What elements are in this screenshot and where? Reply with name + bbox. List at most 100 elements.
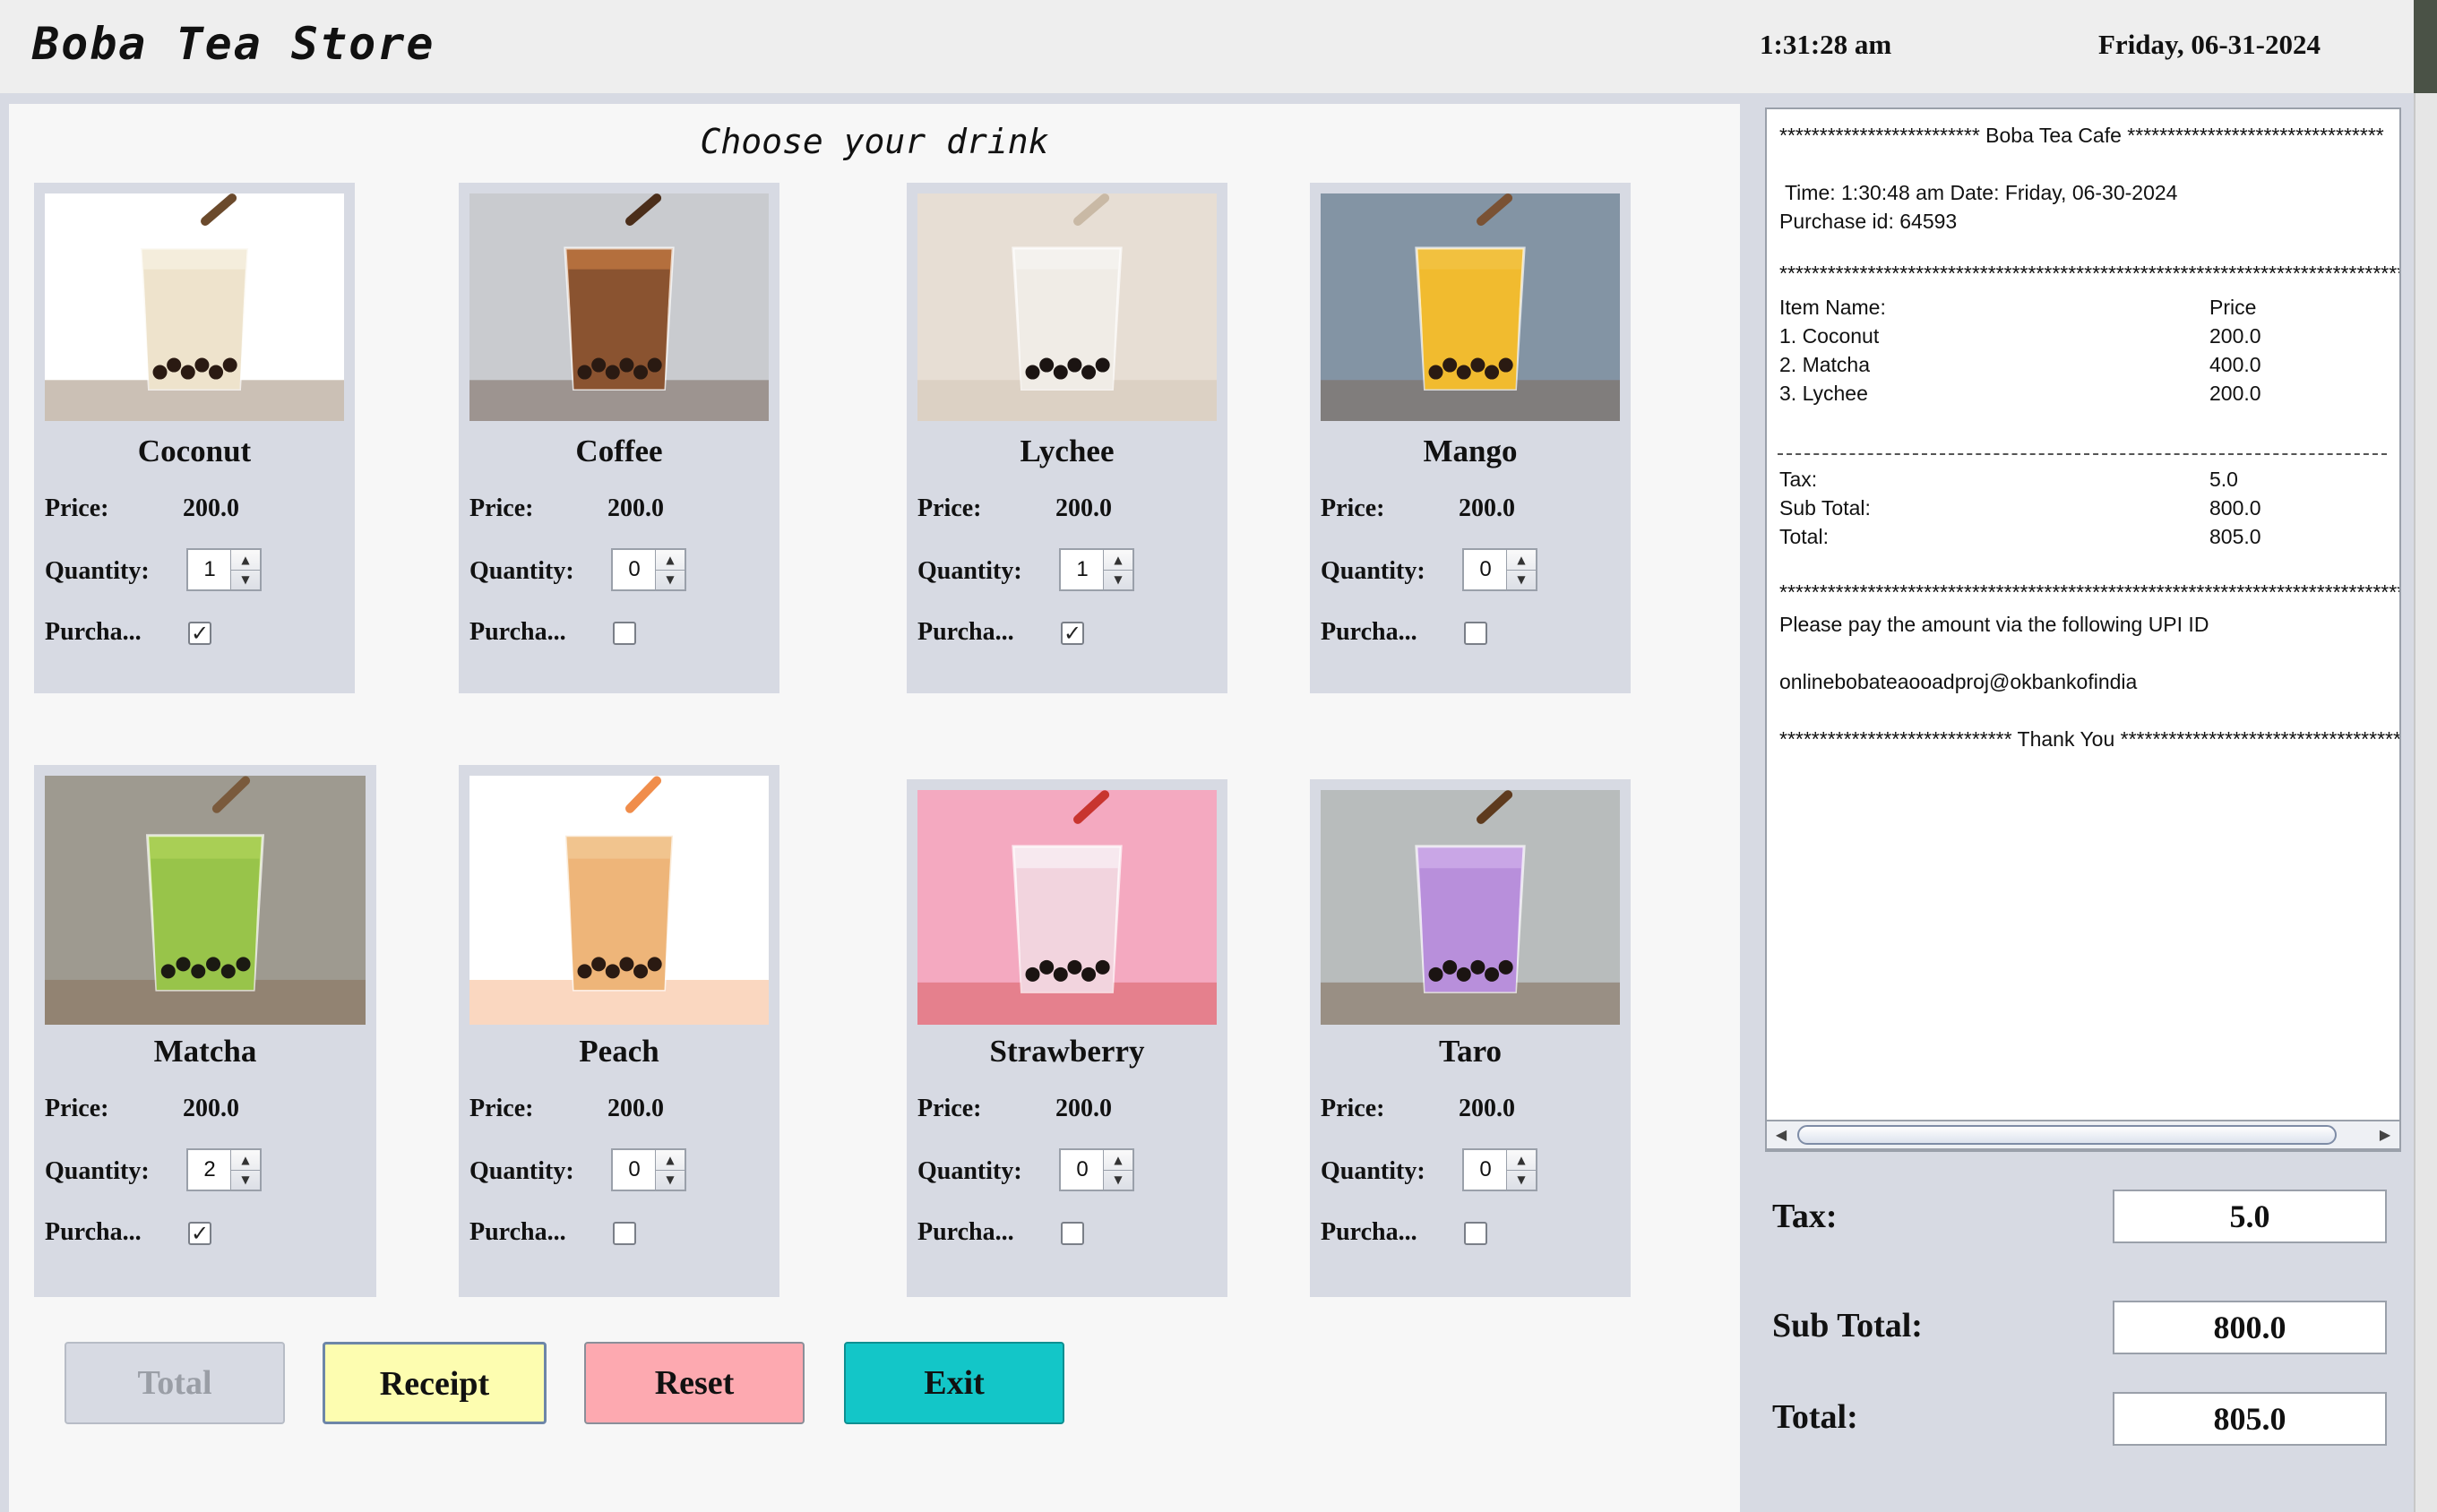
quantity-value[interactable]: 2 — [188, 1150, 231, 1190]
receipt-horizontal-scrollbar[interactable]: ◀ ▶ — [1765, 1120, 2401, 1150]
purchase-checkbox[interactable] — [1061, 1222, 1084, 1245]
app-title: Boba Tea Store — [32, 18, 435, 70]
drink-photo — [917, 193, 1217, 421]
receipt-text-area[interactable]: ************************* Boba Tea Cafe … — [1765, 107, 2401, 1152]
price-label: Price: — [1321, 494, 1385, 522]
receipt-subtotal-value: 800.0 — [2209, 496, 2261, 520]
purchase-checkbox[interactable]: ✓ — [188, 1222, 211, 1245]
receipt-item-header: Item Name: — [1779, 296, 1886, 319]
quantity-stepper[interactable]: 2 ▲ ▼ — [186, 1148, 262, 1191]
window-edge — [2414, 0, 2437, 93]
receipt-thank-you: ***************************** Thank You … — [1779, 727, 2401, 751]
drink-card-strawberry: Strawberry Price: 200.0 Quantity: 0 ▲ ▼ Purcha.… — [907, 779, 1227, 1297]
stepper-arrows[interactable]: ▲ ▼ — [230, 1150, 260, 1190]
drink-photo — [45, 776, 366, 1025]
quantity-stepper[interactable]: 0 ▲ ▼ — [611, 1148, 686, 1191]
scroll-right-icon[interactable]: ▶ — [2374, 1123, 2396, 1147]
increment-arrow-icon[interactable]: ▲ — [1507, 550, 1536, 571]
quantity-stepper[interactable]: 1 ▲ ▼ — [186, 548, 262, 591]
quantity-value[interactable]: 0 — [613, 550, 656, 589]
quantity-value[interactable]: 0 — [1061, 1150, 1104, 1190]
receipt-stars-1: ****************************************… — [1779, 262, 2399, 285]
purchase-label: Purcha... — [469, 618, 566, 646]
price-value: 200.0 — [607, 494, 664, 522]
stepper-arrows[interactable]: ▲ ▼ — [655, 550, 685, 589]
drink-name: Coffee — [575, 434, 663, 468]
increment-arrow-icon[interactable]: ▲ — [1104, 1150, 1132, 1171]
subtotal-label: Sub Total: — [1772, 1307, 1923, 1344]
quantity-stepper[interactable]: 1 ▲ ▼ — [1059, 548, 1134, 591]
total-field[interactable]: 805.0 — [2113, 1392, 2387, 1446]
drink-card-matcha: Matcha Price: 200.0 Quantity: 2 ▲ ▼ Purcha... ✓ — [34, 765, 376, 1297]
quantity-value[interactable]: 0 — [1464, 550, 1507, 589]
decrement-arrow-icon[interactable]: ▼ — [656, 1170, 685, 1190]
decrement-arrow-icon[interactable]: ▼ — [231, 1170, 260, 1190]
receipt-tax-value: 5.0 — [2209, 468, 2238, 491]
total-button[interactable]: Total — [65, 1342, 285, 1424]
increment-arrow-icon[interactable]: ▲ — [1104, 550, 1132, 571]
price-value: 200.0 — [1459, 1095, 1515, 1122]
tax-label: Tax: — [1772, 1198, 1838, 1235]
drink-photo — [917, 790, 1217, 1025]
window-edge-lower — [2414, 93, 2437, 1512]
purchase-label: Purcha... — [45, 618, 142, 646]
scroll-left-icon[interactable]: ◀ — [1770, 1123, 1792, 1147]
stepper-arrows[interactable]: ▲ ▼ — [1506, 1150, 1536, 1190]
purchase-checkbox[interactable] — [1464, 1222, 1487, 1245]
quantity-stepper[interactable]: 0 ▲ ▼ — [1462, 548, 1537, 591]
decrement-arrow-icon[interactable]: ▼ — [1507, 1170, 1536, 1190]
drink-photo — [469, 193, 769, 421]
price-label: Price: — [917, 1095, 982, 1122]
drink-card-coffee: Coffee Price: 200.0 Quantity: 0 ▲ ▼ Purcha... — [459, 183, 779, 693]
stepper-arrows[interactable]: ▲ ▼ — [1103, 1150, 1132, 1190]
subtotal-field[interactable]: 800.0 — [2113, 1301, 2387, 1354]
drink-card-taro: Taro Price: 200.0 Quantity: 0 ▲ ▼ Purcha... — [1310, 779, 1631, 1297]
scrollbar-thumb[interactable] — [1797, 1125, 2337, 1145]
increment-arrow-icon[interactable]: ▲ — [1507, 1150, 1536, 1171]
quantity-label: Quantity: — [45, 1157, 150, 1185]
decrement-arrow-icon[interactable]: ▼ — [1507, 570, 1536, 589]
reset-button[interactable]: Reset — [584, 1342, 805, 1424]
purchase-checkbox[interactable] — [1464, 622, 1487, 645]
choose-drink-heading: Choose your drink — [700, 122, 1049, 161]
purchase-checkbox[interactable] — [613, 622, 636, 645]
stepper-arrows[interactable]: ▲ ▼ — [1506, 550, 1536, 589]
quantity-value[interactable]: 0 — [1464, 1150, 1507, 1190]
receipt-item-price: 200.0 — [2209, 382, 2261, 405]
decrement-arrow-icon[interactable]: ▼ — [1104, 570, 1132, 589]
receipt-button[interactable]: Receipt — [323, 1342, 547, 1424]
purchase-label: Purcha... — [469, 1218, 566, 1246]
purchase-label: Purcha... — [1321, 1218, 1417, 1246]
quantity-stepper[interactable]: 0 ▲ ▼ — [611, 548, 686, 591]
decrement-arrow-icon[interactable]: ▼ — [656, 570, 685, 589]
increment-arrow-icon[interactable]: ▲ — [231, 550, 260, 571]
quantity-stepper[interactable]: 0 ▲ ▼ — [1462, 1148, 1537, 1191]
purchase-checkbox[interactable]: ✓ — [188, 622, 211, 645]
quantity-value[interactable]: 0 — [613, 1150, 656, 1190]
quantity-value[interactable]: 1 — [1061, 550, 1104, 589]
quantity-value[interactable]: 1 — [188, 550, 231, 589]
drink-name: Strawberry — [989, 1034, 1145, 1069]
stepper-arrows[interactable]: ▲ ▼ — [1103, 550, 1132, 589]
decrement-arrow-icon[interactable]: ▼ — [1104, 1170, 1132, 1190]
purchase-label: Purcha... — [917, 618, 1014, 646]
drink-name: Lychee — [1020, 434, 1115, 468]
receipt-upi-id: onlinebobateaooadproj@okbankofindia — [1779, 670, 2138, 693]
tax-field[interactable]: 5.0 — [2113, 1190, 2387, 1243]
purchase-checkbox[interactable]: ✓ — [1061, 622, 1084, 645]
increment-arrow-icon[interactable]: ▲ — [231, 1150, 260, 1171]
increment-arrow-icon[interactable]: ▲ — [656, 1150, 685, 1171]
quantity-stepper[interactable]: 0 ▲ ▼ — [1059, 1148, 1134, 1191]
exit-button[interactable]: Exit — [844, 1342, 1064, 1424]
purchase-checkbox[interactable] — [613, 1222, 636, 1245]
price-label: Price: — [45, 494, 109, 522]
decrement-arrow-icon[interactable]: ▼ — [231, 570, 260, 589]
quantity-label: Quantity: — [1321, 557, 1425, 585]
app-header: Boba Tea Store 1:31:28 am Friday, 06-31-… — [0, 0, 2437, 93]
stepper-arrows[interactable]: ▲ ▼ — [230, 550, 260, 589]
stepper-arrows[interactable]: ▲ ▼ — [655, 1150, 685, 1190]
increment-arrow-icon[interactable]: ▲ — [656, 550, 685, 571]
receipt-item: 3. Lychee — [1779, 382, 1868, 405]
drink-card-coconut: Coconut Price: 200.0 Quantity: 1 ▲ ▼ Purcha... ✓ — [34, 183, 355, 693]
price-value: 200.0 — [1459, 494, 1515, 522]
